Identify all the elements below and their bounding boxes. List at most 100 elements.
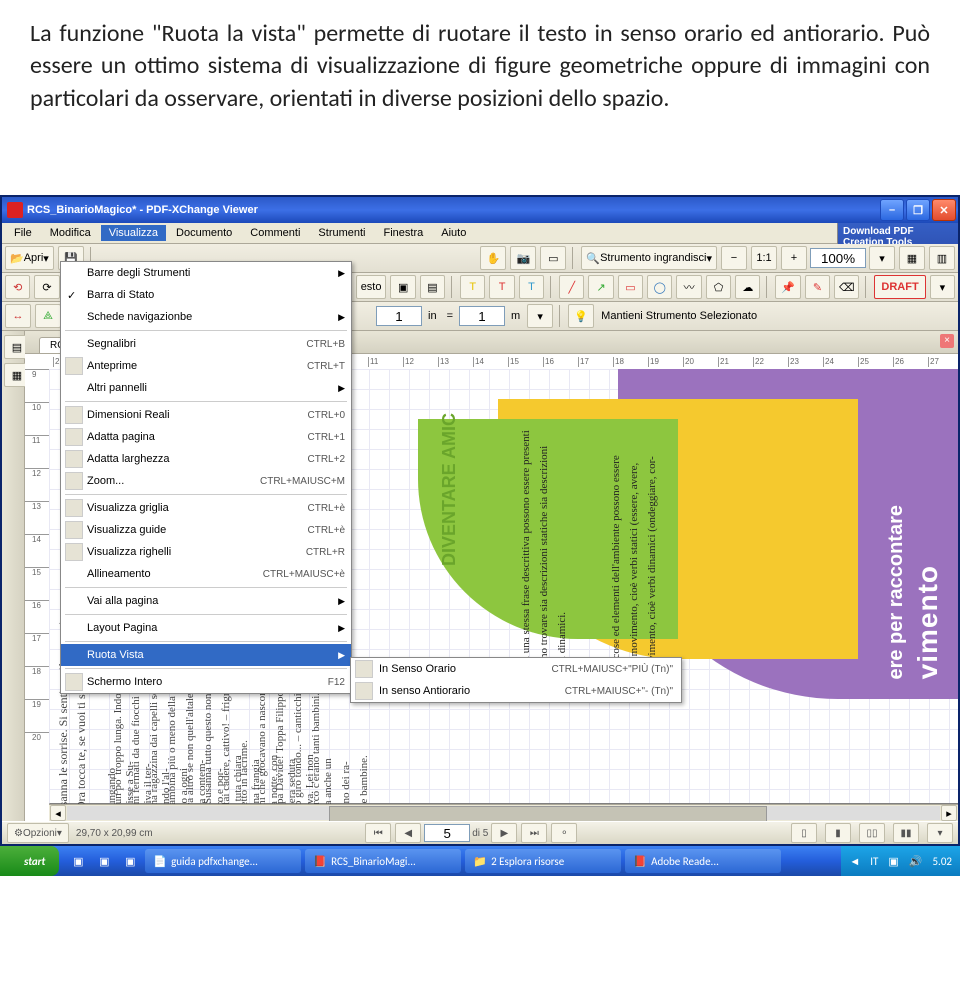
- scale-to[interactable]: [459, 306, 505, 326]
- scroll-left-icon[interactable]: ◂: [50, 805, 66, 821]
- tab-close-icon[interactable]: ×: [940, 334, 954, 348]
- lightbulb-icon[interactable]: 💡: [568, 304, 594, 328]
- oval-icon[interactable]: ◯: [647, 275, 672, 299]
- equals-label: =: [443, 310, 457, 322]
- zoom-in-icon[interactable]: +: [781, 246, 807, 270]
- quick-launch-icon3[interactable]: ▣: [118, 850, 142, 872]
- menu-item-anteprime[interactable]: AnteprimeCTRL+T: [61, 355, 351, 377]
- menu-strumenti[interactable]: Strumenti: [310, 225, 373, 241]
- current-page-input[interactable]: [424, 824, 470, 842]
- back-icon[interactable]: ⟲: [5, 275, 30, 299]
- menu-item-schede-navigazionbe[interactable]: Schede navigazionbe▶: [61, 306, 351, 328]
- facing-icon[interactable]: ▯▯: [859, 823, 885, 843]
- minimize-button[interactable]: –: [880, 199, 904, 221]
- quick-launch-icon2[interactable]: ▣: [92, 850, 116, 872]
- nav-more-icon[interactable]: ⚬: [551, 823, 577, 843]
- measure-icon[interactable]: ↔: [5, 304, 31, 328]
- next-page-icon[interactable]: ▶: [491, 823, 517, 843]
- menu-item-segnalibri[interactable]: SegnalibriCTRL+B: [61, 333, 351, 355]
- submenu-item-in-senso-antiorario[interactable]: In senso AntiorarioCTRL+MAIUSC+"- (Tn)": [351, 680, 681, 702]
- taskbar-item-3[interactable]: 📁 2 Esplora risorse: [465, 849, 621, 873]
- highlight-icon[interactable]: T: [460, 275, 485, 299]
- start-button[interactable]: start: [0, 846, 59, 876]
- polyline-icon[interactable]: 〰: [676, 275, 701, 299]
- close-button[interactable]: ✕: [932, 199, 956, 221]
- menu-item-layout-pagina[interactable]: Layout Pagina▶: [61, 617, 351, 639]
- tray-network-icon[interactable]: ▣: [888, 855, 898, 868]
- text-annotation-button[interactable]: esto: [356, 275, 387, 299]
- zoom-input[interactable]: [810, 248, 866, 268]
- menu-visualizza[interactable]: Visualizza: [101, 225, 166, 241]
- menu-item-adatta-larghezza[interactable]: Adatta larghezzaCTRL+2: [61, 448, 351, 470]
- menu-documento[interactable]: Documento: [168, 225, 240, 241]
- menu-item-visualizza-righelli[interactable]: Visualizza righelliCTRL+R: [61, 541, 351, 563]
- menu-item-allineamento[interactable]: AllineamentoCTRL+MAIUSC+è: [61, 563, 351, 585]
- menu-aiuto[interactable]: Aiuto: [433, 225, 474, 241]
- menu-item-dimensioni-reali[interactable]: Dimensioni RealiCTRL+0: [61, 404, 351, 426]
- tray-icon[interactable]: ◄: [849, 855, 860, 868]
- menu-item-visualizza-griglia[interactable]: Visualizza grigliaCTRL+è: [61, 497, 351, 519]
- snapshot-icon[interactable]: 📷: [510, 246, 536, 270]
- stamp-dropdown[interactable]: ▾: [930, 275, 955, 299]
- menu-item-barra-di-stato[interactable]: ✓Barra di Stato: [61, 284, 351, 306]
- hand-tool-icon[interactable]: ✋: [480, 246, 506, 270]
- titlebar: RCS_BinarioMagico* - PDF-XChange Viewer …: [2, 197, 958, 223]
- scale-dropdown[interactable]: ▾: [527, 304, 553, 328]
- submenu-item-in-senso-orario[interactable]: In Senso OrarioCTRL+MAIUSC+"PIÙ (Tn)": [351, 658, 681, 680]
- scale-from[interactable]: [376, 306, 422, 326]
- arrow-icon[interactable]: ↗: [588, 275, 613, 299]
- open-button[interactable]: 📂 Apri ▾: [5, 246, 54, 270]
- maximize-button[interactable]: ❐: [906, 199, 930, 221]
- first-page-icon[interactable]: ⏮: [365, 823, 391, 843]
- select-icon[interactable]: ▭: [540, 246, 566, 270]
- line-icon[interactable]: ╱: [559, 275, 584, 299]
- menu-finestra[interactable]: Finestra: [376, 225, 432, 241]
- menu-file[interactable]: File: [6, 225, 40, 241]
- strikeout-icon[interactable]: T: [489, 275, 514, 299]
- menu-item-altri-pannelli[interactable]: Altri pannelli▶: [61, 377, 351, 399]
- language-indicator[interactable]: IT: [870, 855, 878, 868]
- menu-modifica[interactable]: Modifica: [42, 225, 99, 241]
- prev-page-icon[interactable]: ◀: [395, 823, 421, 843]
- scroll-right-icon[interactable]: ▸: [941, 805, 957, 821]
- zoom-tool[interactable]: 🔍 Strumento ingrandisci ▾: [581, 246, 717, 270]
- horizontal-scrollbar[interactable]: ◂ ▸: [49, 804, 958, 821]
- menu-item-adatta-pagina[interactable]: Adatta paginaCTRL+1: [61, 426, 351, 448]
- options-button[interactable]: ⚙ Opzioni ▾: [7, 823, 69, 843]
- menu-item-schermo-intero[interactable]: Schermo InteroF12: [61, 671, 351, 693]
- taskbar-item-1[interactable]: 📄 guida pdfxchange...: [145, 849, 301, 873]
- underline-icon[interactable]: T: [519, 275, 544, 299]
- menu-item-visualizza-guide[interactable]: Visualizza guideCTRL+è: [61, 519, 351, 541]
- taskbar-item-4[interactable]: 📕 Adobe Reade...: [625, 849, 781, 873]
- perimeter-icon[interactable]: ⟁: [35, 304, 61, 328]
- zoom-out-icon[interactable]: −: [721, 246, 747, 270]
- menu-commenti[interactable]: Commenti: [242, 225, 308, 241]
- zoom-dropdown[interactable]: ▾: [869, 246, 895, 270]
- polygon-icon[interactable]: ⬠: [706, 275, 731, 299]
- cloud-icon[interactable]: ☁: [735, 275, 760, 299]
- fit-width-icon[interactable]: ▥: [929, 246, 955, 270]
- rectangle-icon[interactable]: ▭: [618, 275, 643, 299]
- menu-item-zoom-[interactable]: Zoom...CTRL+MAIUSC+M: [61, 470, 351, 492]
- quick-launch-icon1[interactable]: ▣: [66, 850, 90, 872]
- menu-item-barre-degli-strumenti[interactable]: Barre degli Strumenti▶: [61, 262, 351, 284]
- continuous-icon[interactable]: ▮: [825, 823, 851, 843]
- taskbar-item-2[interactable]: 📕 RCS_BinarioMagi...: [305, 849, 461, 873]
- note-icon[interactable]: ▣: [390, 275, 415, 299]
- menu-item-ruota-vista[interactable]: Ruota Vista▶: [61, 644, 351, 666]
- eraser-icon[interactable]: ⌫: [834, 275, 859, 299]
- single-page-icon[interactable]: ▯: [791, 823, 817, 843]
- forward-icon[interactable]: ⟳: [34, 275, 59, 299]
- pushpin-icon[interactable]: 📌: [775, 275, 800, 299]
- fit-actual-icon[interactable]: 1:1: [751, 246, 777, 270]
- stamp-icon[interactable]: ▤: [420, 275, 445, 299]
- pencil-icon[interactable]: ✎: [805, 275, 830, 299]
- draft-stamp[interactable]: DRAFT: [874, 275, 925, 299]
- layout-more-icon[interactable]: ▾: [927, 823, 953, 843]
- tray-volume-icon[interactable]: 🔊: [909, 855, 923, 868]
- menu-item-vai-alla-pagina[interactable]: Vai alla pagina▶: [61, 590, 351, 612]
- continuous-facing-icon[interactable]: ▮▮: [893, 823, 919, 843]
- last-page-icon[interactable]: ⏭: [521, 823, 547, 843]
- clock[interactable]: 5.02: [932, 855, 952, 868]
- fit-page-icon[interactable]: ▦: [899, 246, 925, 270]
